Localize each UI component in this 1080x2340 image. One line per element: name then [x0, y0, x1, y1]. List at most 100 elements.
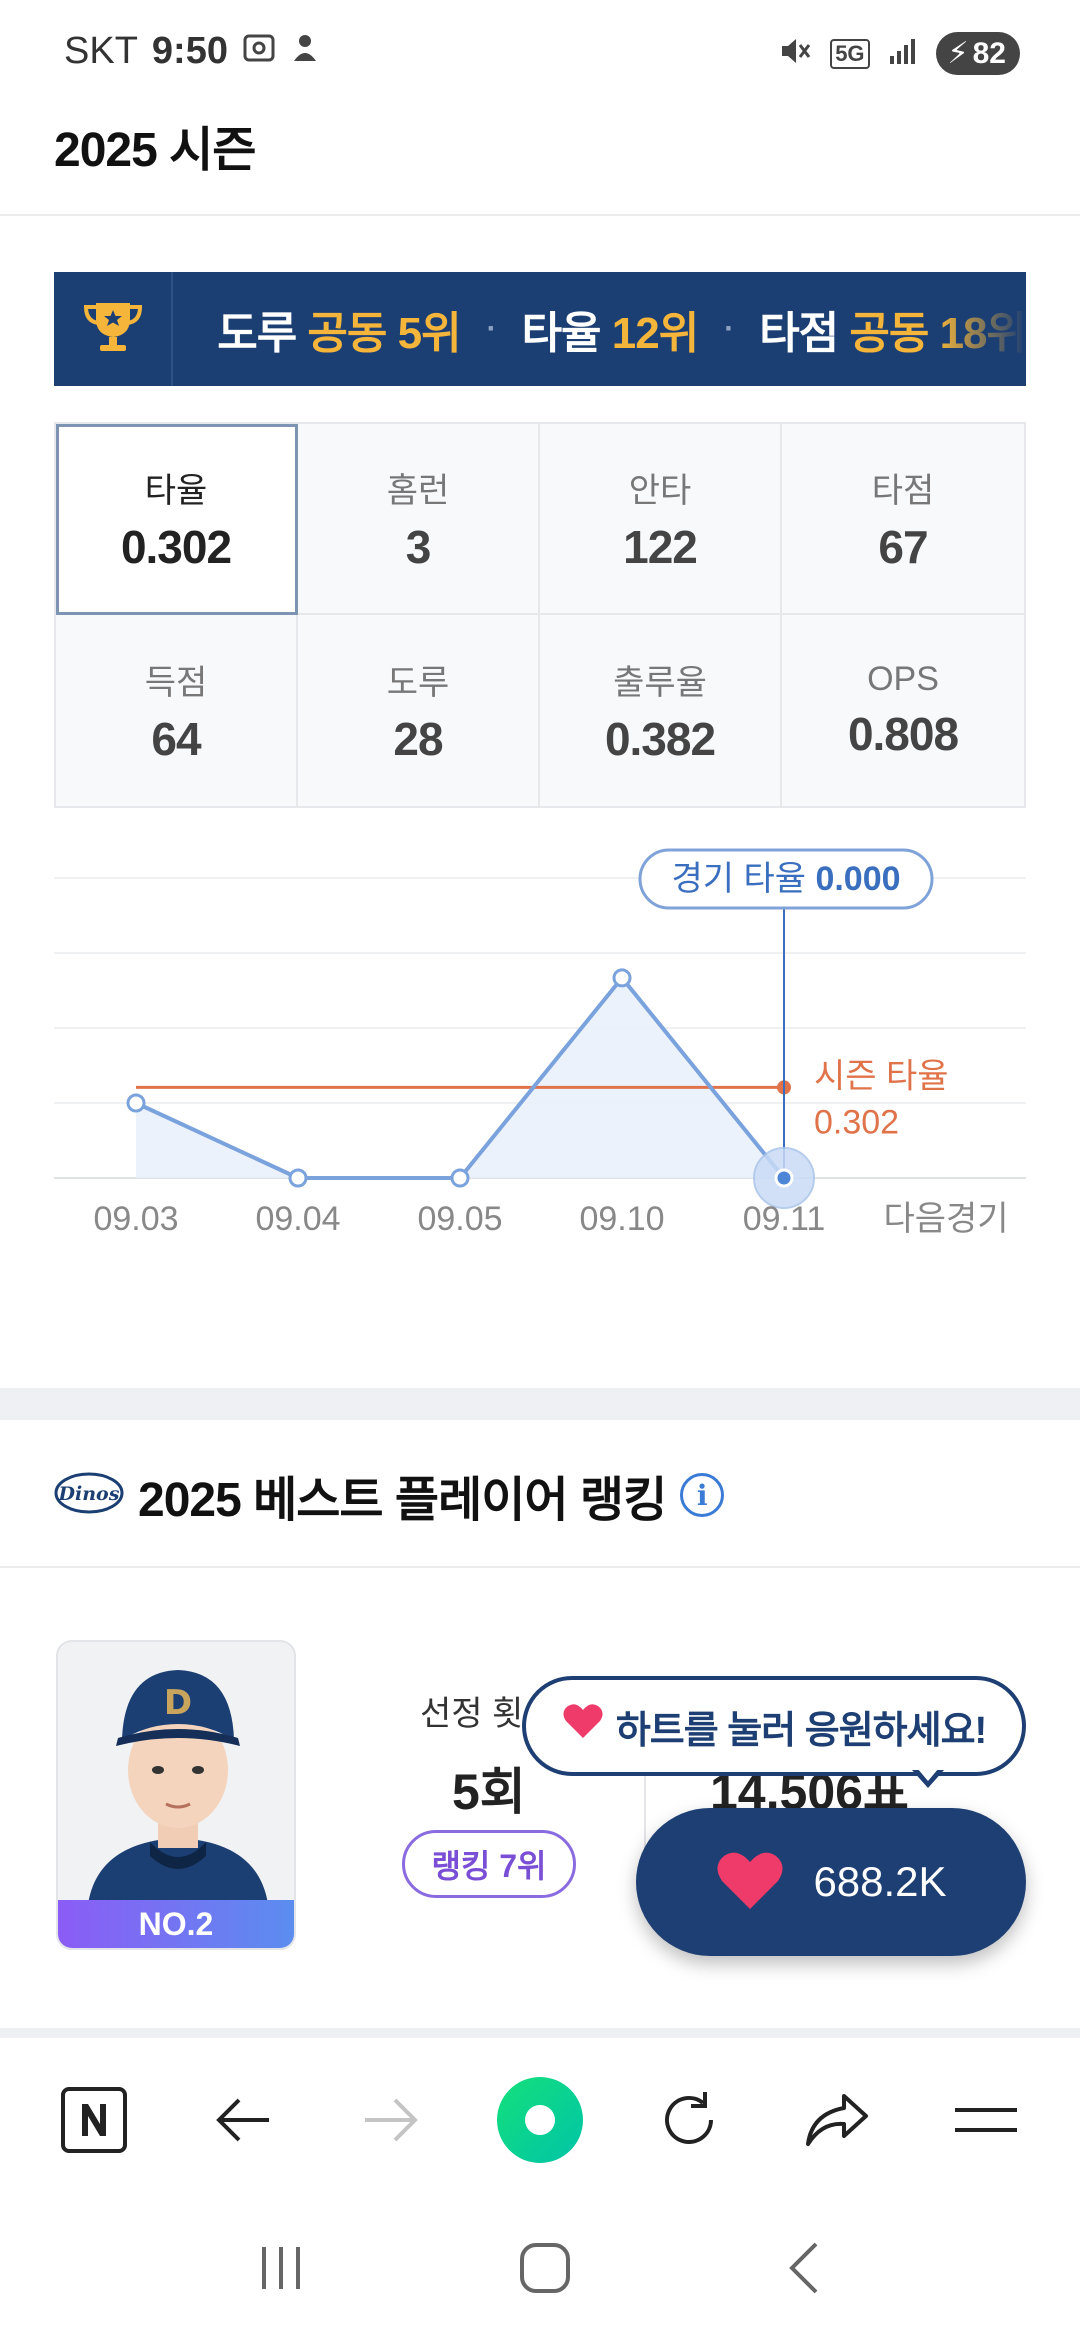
stat-tab-rbi[interactable]: 타점 67 [782, 424, 1024, 615]
x-tick-label: 다음경기 [883, 1200, 1008, 1238]
bottom-separator [0, 2028, 1080, 2038]
green-dot-icon [496, 2077, 583, 2163]
carrier-label: SKT [64, 30, 138, 72]
x-tick-label: 09.03 [93, 1200, 178, 1238]
tooltip-tail-inner [917, 1768, 939, 1781]
stat-label: 홈런 [386, 472, 450, 510]
player-card[interactable]: D NO.2 [56, 1640, 296, 1950]
selected-point [774, 1168, 794, 1188]
status-bar: SKT 9:50 5G ⚡ 82 [0, 0, 1080, 110]
best-divider [0, 1566, 1080, 1568]
back-arrow-icon [216, 2098, 269, 2142]
refresh-icon [664, 2092, 713, 2144]
rank-item-category: 타율 [521, 309, 602, 358]
forward-arrow-icon [365, 2098, 419, 2142]
share-button[interactable] [787, 2070, 887, 2170]
heart-icon [715, 1849, 785, 1916]
clock: 9:50 [151, 30, 228, 72]
stat-tab-ops[interactable]: OPS 0.808 [782, 615, 1024, 806]
stat-tab-home-runs[interactable]: 홈런 3 [298, 424, 540, 615]
rank-items: 도루 공동 5위 · 타율 12위 · 타점 공동 18위 [173, 297, 1026, 361]
back-button[interactable] [193, 2070, 293, 2170]
trophy-box [54, 272, 174, 386]
ranking-badge[interactable]: 랭킹 7위 [402, 1830, 576, 1898]
data-point [126, 1093, 146, 1113]
home-button[interactable] [517, 2240, 573, 2301]
stat-label: 득점 [144, 664, 208, 702]
screenshot-icon [242, 30, 276, 73]
mute-icon [778, 34, 812, 73]
svg-text:D: D [164, 1683, 192, 1723]
x-tick-label: 09.04 [255, 1200, 340, 1238]
recent-apps-button[interactable] [256, 2243, 306, 2298]
season-average-label: 시즌 타율 [814, 1057, 949, 1095]
refresh-button[interactable] [639, 2070, 739, 2170]
battery-indicator: ⚡ 82 [935, 32, 1020, 75]
stat-value: 64 [151, 713, 201, 765]
stat-label: 도루 [386, 664, 450, 702]
selection-count-label: 선정 횟 [420, 1695, 524, 1733]
season-average-value: 0.302 [814, 1103, 899, 1141]
battery-level: 82 [972, 36, 1006, 70]
best-player-header: Dinos 2025 베스트 플레이어 랭킹 i [54, 1460, 725, 1530]
stat-label: 타율 [144, 472, 208, 510]
rank-separator: · [724, 312, 734, 345]
stat-tab-runs[interactable]: 득점 64 [56, 615, 298, 806]
heart-cheer-button[interactable]: 688.2K [636, 1808, 1026, 1956]
stat-tab-hits[interactable]: 안타 122 [540, 424, 782, 615]
system-back-button[interactable] [784, 2240, 824, 2301]
player-photo: D [58, 1642, 294, 1904]
stat-value: 122 [623, 521, 698, 573]
stat-label: 안타 [628, 472, 692, 510]
stats-grid: 타율 0.302 홈런 3 안타 122 타점 67 득점 64 도루 28 출… [54, 422, 1026, 808]
forward-button[interactable] [341, 2070, 441, 2170]
data-point [288, 1168, 308, 1188]
signal-icon [888, 36, 918, 71]
naver-home-button[interactable] [44, 2070, 144, 2170]
menu-button[interactable] [936, 2070, 1036, 2170]
recent-apps-icon [261, 2246, 300, 2289]
tooltip-text: 하트를 눌러 응원하세요! [615, 1709, 987, 1752]
data-point [450, 1168, 470, 1188]
heart-count: 688.2K [813, 1858, 947, 1905]
stat-value: 0.382 [604, 713, 716, 765]
hamburger-menu-icon [954, 2108, 1017, 2132]
stat-value: 28 [393, 713, 443, 765]
rank-banner[interactable]: 도루 공동 5위 · 타율 12위 · 타점 공동 18위 [54, 272, 1026, 386]
browser-toolbar [0, 2050, 1080, 2190]
trophy-icon [78, 297, 148, 362]
info-icon[interactable]: i [680, 1473, 725, 1517]
stat-tab-obp[interactable]: 출루율 0.382 [540, 615, 782, 806]
player-number-badge: NO.2 [58, 1900, 294, 1948]
battery-bolt-icon: ⚡ [947, 37, 969, 70]
stat-tab-batting-average[interactable]: 타율 0.302 [56, 424, 298, 615]
rank-item-category: 도루 [217, 309, 297, 358]
section-gap [0, 1388, 1080, 1420]
best-player-title: 2025 베스트 플레이어 랭킹 [138, 1474, 667, 1527]
rank-item-rank: 공동 5위 [307, 309, 461, 358]
team-logo-text: Dinos [58, 1483, 120, 1505]
rank-item-rank: 12위 [611, 309, 699, 358]
small-heart-icon [562, 1702, 604, 1750]
dinos-logo-icon: Dinos [54, 1471, 124, 1520]
share-icon [806, 2094, 869, 2146]
rank-item-category: 타점 [759, 309, 839, 358]
rank-separator: · [486, 312, 497, 345]
system-navigation [0, 2200, 1080, 2340]
green-dot-button[interactable] [490, 2070, 590, 2170]
cheer-tooltip: 하트를 눌러 응원하세요! [522, 1676, 1026, 1776]
home-icon [519, 2242, 570, 2293]
selection-count-value: 5회 [452, 1764, 526, 1820]
stat-tab-steals[interactable]: 도루 28 [298, 615, 540, 806]
header-divider [0, 214, 1080, 216]
stat-value: 3 [405, 521, 432, 573]
stat-label: 출루율 [613, 664, 707, 702]
x-tick-label: 09.10 [579, 1200, 664, 1238]
stat-label: OPS [867, 660, 939, 698]
status-left: SKT 9:50 [64, 30, 320, 73]
page-title: 2025 시즌 [54, 124, 256, 177]
x-tick-label: 09.11 [743, 1200, 826, 1238]
x-tick-label: 09.05 [417, 1200, 502, 1238]
callout-label: 경기 타율 [671, 860, 815, 898]
stat-label: 타점 [871, 472, 935, 510]
